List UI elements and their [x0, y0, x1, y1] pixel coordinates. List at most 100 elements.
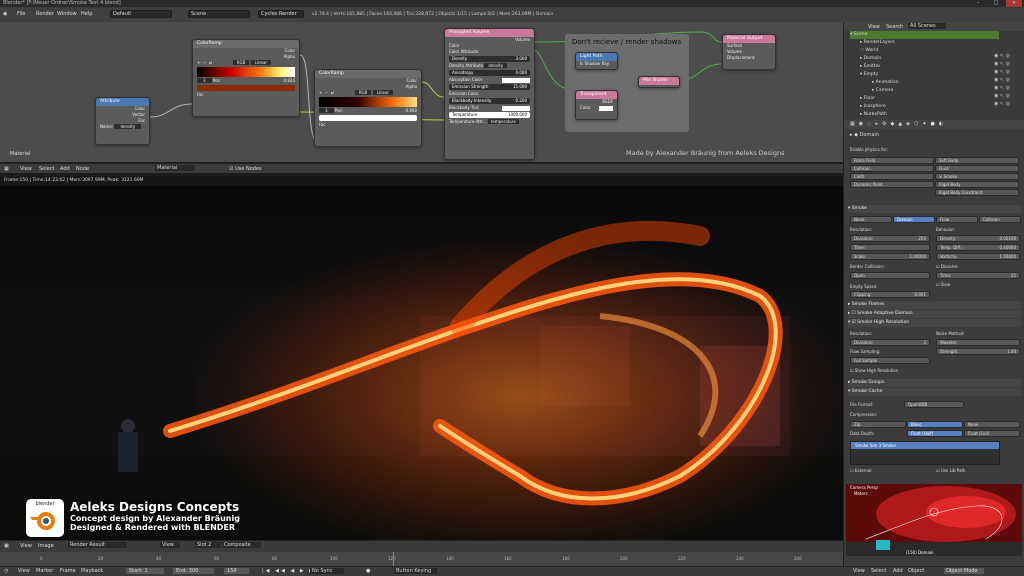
interpolation-select[interactable]: Linear — [250, 60, 272, 65]
outliner-item-emitter[interactable]: ▸ Emitter — [860, 63, 880, 71]
current-frame-field[interactable]: 150 — [224, 568, 249, 574]
layer-selector[interactable]: Composite — [222, 542, 261, 548]
editor-type-icon[interactable]: ▦ — [4, 166, 9, 172]
menu-playback[interactable]: Playback — [81, 568, 103, 574]
menu-frame[interactable]: Frame — [60, 568, 76, 574]
menu-select[interactable]: Select — [39, 166, 54, 172]
menu-add[interactable]: Add — [60, 166, 70, 172]
stop-color-swatch[interactable] — [319, 115, 417, 121]
menu-add[interactable]: Add — [893, 568, 903, 574]
divisions-field[interactable]: Divisions: 256 — [850, 235, 930, 242]
slot-selector[interactable]: Slot 2 — [195, 542, 222, 548]
blender-icon[interactable]: ◉ — [3, 11, 7, 17]
compression-zip[interactable]: Zip — [850, 421, 906, 428]
use-nodes-checkbox[interactable]: ☑ Use Nodes — [229, 166, 262, 172]
strength-field[interactable]: Strength: 1.00 — [936, 348, 1020, 355]
menu-view[interactable]: View — [868, 24, 880, 30]
outliner-item-animation[interactable]: ▸ Animation — [872, 79, 899, 87]
dissolve-time-field[interactable]: Time: 25 — [936, 272, 1020, 279]
editor-type-icon[interactable]: ▣ — [4, 543, 9, 549]
external-checkbox[interactable]: ☐ External — [850, 467, 871, 474]
menu-view[interactable]: View — [18, 568, 30, 574]
smoke-cache-header[interactable]: ▾ Smoke Cache — [848, 388, 1021, 396]
add-stop-button[interactable]: + — [197, 60, 200, 65]
hires-divisions-field[interactable]: Divisions: 2 — [850, 339, 930, 346]
outliner-item-scene[interactable]: ▾ Scene — [850, 31, 999, 39]
color-mode-select[interactable]: RGB — [232, 60, 250, 65]
smoke-type-flow[interactable]: Flow — [936, 216, 978, 223]
smoke-adaptive-domain-header[interactable]: ▸ ☐ Smoke Adaptive Domain — [848, 310, 1021, 318]
menu-help[interactable]: Help — [81, 11, 92, 17]
minimize-icon[interactable]: – — [970, 0, 986, 7]
transparent-node[interactable]: Transparent BSDF Color — [575, 90, 618, 120]
anisotropy-field[interactable]: Anisotropy 0.000 — [449, 70, 530, 76]
compression-blosc[interactable]: Blosc — [907, 421, 963, 428]
outliner-item-empty[interactable]: ▾ Empty — [860, 71, 878, 79]
menu-view[interactable]: View — [853, 568, 865, 574]
pos-value[interactable]: 0.892 — [406, 108, 417, 114]
add-stop-button[interactable]: + — [319, 90, 322, 95]
node-editor[interactable]: Attribute Color Vector Fac Name: density… — [0, 22, 843, 162]
outliner-item-world[interactable]: ◌ World — [860, 47, 878, 55]
scene-selector[interactable]: Scene — [188, 10, 250, 18]
view-selector[interactable]: View — [160, 542, 180, 548]
emission-strength-field[interactable]: Emission Strength 15.000 — [449, 84, 530, 90]
color-mode-select[interactable]: RGB — [354, 90, 372, 95]
attribute-node[interactable]: Attribute Color Vector Fac Name: density — [95, 97, 150, 145]
current-frame-indicator[interactable] — [393, 552, 394, 566]
property-tab-icons[interactable]: ▦◉◌▸⚙◆▲◈⬡✦●◐ — [850, 121, 947, 127]
depth-full[interactable]: Float (Full) — [964, 430, 1020, 437]
menu-image[interactable]: Image — [38, 543, 54, 549]
display-mode-selector[interactable]: All Scenes — [908, 22, 946, 29]
material-selector[interactable]: Material — [155, 165, 196, 171]
menu-view[interactable]: View — [20, 543, 32, 549]
camera-viewport[interactable]: Camera Persp Meters (150) Domain — [846, 484, 1022, 556]
show-high-resolution-checkbox[interactable]: ☑ Show High Resolution — [850, 367, 898, 374]
menu-node[interactable]: Node — [76, 166, 89, 172]
remove-stop-button[interactable]: − — [325, 90, 328, 95]
end-frame-field[interactable]: End: 300 — [173, 568, 215, 574]
layout-selector[interactable]: Default — [110, 10, 172, 18]
smoke-flames-header[interactable]: ▸ Smoke Flames — [848, 301, 1021, 309]
menu-marker[interactable]: Marker — [36, 568, 53, 574]
smoke-high-resolution-header[interactable]: ▾ ☑ Smoke High Resolution — [848, 319, 1021, 327]
principled-volume-node[interactable]: Principled Volume Volume Color Color Att… — [444, 28, 535, 160]
cache-list-item[interactable]: Smoke Sim 3 Smoke — [851, 442, 999, 449]
light-path-node[interactable]: Light Path Is Shadow Ray — [575, 52, 618, 70]
density-attribute-field[interactable]: density — [484, 63, 508, 68]
smoke-type-none[interactable]: None — [850, 216, 892, 223]
slow-checkbox[interactable]: ☑ Slow — [936, 281, 950, 288]
time-field[interactable]: Time: — [850, 244, 930, 251]
density-field[interactable]: Density: 0.00100 — [936, 235, 1020, 242]
density-field[interactable]: Density 3.000 — [449, 56, 530, 62]
maximize-icon[interactable]: □ — [988, 0, 1004, 7]
blackbody-intensity-field[interactable]: Blackbody Intensity 0.200 — [449, 98, 530, 104]
noise-method-select[interactable]: Wavelet — [936, 339, 1020, 346]
outliner-item-camera[interactable]: ▸ Camera — [872, 87, 893, 95]
fluid-button[interactable]: Fluid — [935, 165, 1019, 172]
color-ramp-gradient[interactable] — [197, 67, 295, 77]
visibility-icons[interactable]: ◉ ↖ ◎ ◉ ↖ ◎ ◉ ↖ ◎ ◉ ↖ ◎ ◉ ↖ ◎ ◉ ↖ ◎ ◉ ↖ ◎ — [994, 52, 1010, 108]
colorramp-node-1[interactable]: ColorRamp Color Alpha + − ⇄ RGB Linear 3… — [192, 39, 300, 117]
file-format-select[interactable]: OpenVDB — [904, 401, 964, 408]
render-view[interactable] — [0, 176, 843, 540]
record-icon[interactable]: ● — [366, 568, 370, 574]
editor-type-icon[interactable]: ◷ — [4, 568, 8, 574]
smoke-type-collision[interactable]: Collision — [979, 216, 1021, 223]
smoke-type-domain[interactable]: Domain — [893, 216, 935, 223]
outliner-item-floor[interactable]: ▸ Floor — [860, 95, 875, 103]
flow-sampling-select[interactable]: Full Sample — [850, 357, 930, 364]
temp-diff-field[interactable]: Temp. Diff.: 0.40000 — [936, 244, 1020, 251]
interpolation-select[interactable]: Linear — [372, 90, 394, 95]
timeline[interactable]: 0 20 40 60 80 100 120 140 160 180 200 220 240 260 — [0, 552, 843, 566]
name-field[interactable]: density — [114, 124, 142, 129]
render-engine-selector[interactable]: Cycles Render — [258, 10, 304, 18]
temperature-attribute-field[interactable]: temperature — [487, 119, 519, 124]
image-selector[interactable]: Render Result — [68, 542, 127, 548]
border-collisions-select[interactable]: Open — [850, 272, 930, 279]
soft-body-button[interactable]: Soft Body — [935, 157, 1019, 164]
outliner[interactable]: View Search All Scenes ▾ Scene ▸ RenderL… — [844, 22, 1024, 118]
smoke-groups-header[interactable]: ▸ Smoke Groups — [848, 379, 1021, 387]
scale-field[interactable]: Scale: 1.00000 — [850, 253, 930, 260]
color-ramp-gradient[interactable] — [319, 97, 417, 107]
